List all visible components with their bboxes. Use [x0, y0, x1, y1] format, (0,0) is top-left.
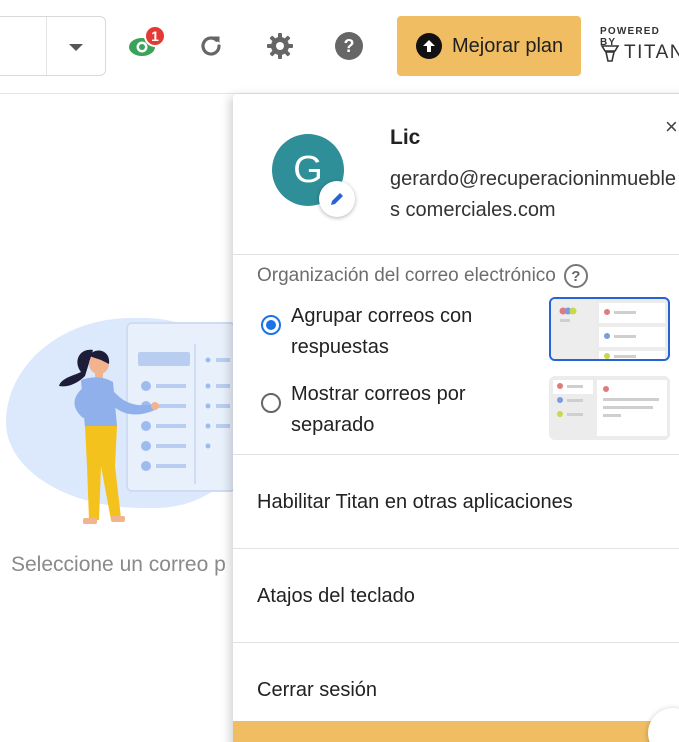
radio-group-threads[interactable]: [261, 315, 281, 335]
enable-titan-other-apps-item[interactable]: Habilitar Titan en otras aplicaciones: [257, 491, 573, 514]
upgrade-plan-button[interactable]: Mejorar plan: [397, 16, 581, 76]
email-organization-title: Organización del correo electrónico ?: [257, 264, 588, 288]
option-separate-emails[interactable]: Mostrar correos por separado: [261, 379, 521, 441]
preview-separate-thumbnail[interactable]: [549, 376, 670, 440]
option-group-threads-label: Agrupar correos con respuestas: [291, 305, 473, 358]
empty-state-message: Seleccione un correo p: [11, 553, 226, 576]
divider: [233, 642, 679, 643]
preview-grouped-thumbnail[interactable]: [549, 297, 670, 361]
upgrade-plan-label: Mejorar plan: [452, 34, 564, 57]
top-toolbar: 1 ? Mejorar plan POWERED BY TITAN: [0, 0, 679, 94]
sign-out-item[interactable]: Cerrar sesión: [257, 679, 377, 702]
close-icon[interactable]: ×: [665, 114, 678, 140]
gear-icon[interactable]: [265, 31, 295, 61]
email-organization-label: Organización del correo electrónico: [257, 265, 556, 286]
dropdown-separator: [46, 17, 47, 75]
help-icon[interactable]: ?: [334, 31, 364, 61]
refresh-icon[interactable]: [196, 31, 226, 61]
titan-brand-name: TITAN: [624, 42, 679, 63]
chevron-down-icon[interactable]: [69, 44, 83, 51]
divider: [233, 254, 679, 255]
divider: [233, 548, 679, 549]
person-illustration: [59, 349, 159, 524]
keyboard-shortcuts-item[interactable]: Atajos del teclado: [257, 585, 415, 608]
arrow-up-icon: [416, 33, 442, 59]
titan-brand: TITAN: [600, 42, 679, 64]
edit-avatar-button[interactable]: [319, 181, 355, 217]
radio-separate-emails[interactable]: [261, 393, 281, 413]
user-name: Lic: [390, 126, 421, 149]
user-email: gerardo@recuperacioninmuebles comerciale…: [390, 168, 677, 221]
option-separate-emails-label: Mostrar correos por separado: [291, 383, 466, 436]
svg-text:?: ?: [344, 36, 355, 56]
folder-dropdown[interactable]: [0, 16, 106, 76]
notification-badge: 1: [144, 25, 166, 47]
question-icon[interactable]: ?: [563, 264, 588, 288]
titan-logo-icon: [600, 45, 620, 62]
profile-menu-panel: × G Lic gerardo@recuperacioninmuebles co…: [233, 94, 679, 742]
bottom-action-bar[interactable]: [233, 721, 679, 742]
pencil-icon: [331, 193, 343, 205]
option-group-threads[interactable]: Agrupar correos con respuestas: [261, 301, 521, 363]
divider: [233, 454, 679, 455]
